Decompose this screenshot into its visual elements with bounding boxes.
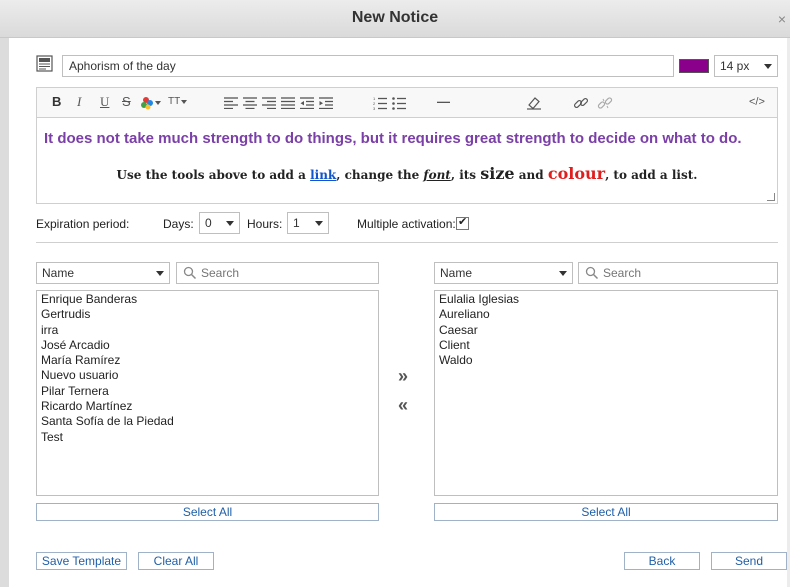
- bold-button[interactable]: B: [52, 94, 61, 110]
- list-item[interactable]: Ricardo Martínez: [41, 399, 374, 414]
- list-item[interactable]: Aureliano: [439, 307, 773, 322]
- underline-button[interactable]: U: [100, 94, 109, 110]
- notice-editor[interactable]: It does not take much strength to do thi…: [36, 118, 778, 204]
- search-icon: [183, 266, 197, 280]
- move-left-button[interactable]: «: [398, 395, 408, 416]
- chevron-down-icon: [315, 221, 323, 226]
- hours-select[interactable]: 1: [287, 212, 329, 234]
- list-item[interactable]: José Arcadio: [41, 338, 374, 353]
- color-palette-icon[interactable]: [140, 96, 162, 110]
- font-size-value: 14 px: [720, 59, 750, 73]
- font-size-button[interactable]: TT: [168, 94, 180, 110]
- left-edge: [0, 38, 9, 587]
- list-item[interactable]: María Ramírez: [41, 353, 374, 368]
- outdent-icon[interactable]: [300, 97, 314, 109]
- list-item[interactable]: Client: [439, 338, 773, 353]
- italic-button[interactable]: I: [77, 94, 81, 110]
- source-code-button[interactable]: </>: [749, 94, 765, 110]
- multiple-activation-label: Multiple activation:: [357, 217, 456, 231]
- dialog-title: New Notice: [351, 9, 439, 26]
- save-template-button[interactable]: Save Template: [36, 552, 127, 570]
- align-right-icon[interactable]: [262, 97, 276, 109]
- align-center-icon[interactable]: [243, 97, 257, 109]
- left-search-input[interactable]: [199, 265, 369, 281]
- eraser-icon[interactable]: [526, 96, 542, 110]
- chevron-down-icon: [181, 100, 187, 104]
- align-justify-icon[interactable]: [281, 97, 295, 109]
- instr-link[interactable]: link: [310, 168, 336, 182]
- resize-grip-icon[interactable]: [767, 193, 775, 201]
- strikethrough-button[interactable]: S: [122, 94, 131, 110]
- font-size-select[interactable]: 14 px: [714, 55, 778, 77]
- unlink-icon[interactable]: [597, 95, 613, 111]
- days-label: Days:: [163, 217, 194, 231]
- search-icon: [585, 266, 599, 280]
- close-icon[interactable]: ×: [778, 11, 786, 27]
- list-item[interactable]: Test: [41, 430, 374, 445]
- svg-text:3: 3: [373, 106, 376, 110]
- subject-input[interactable]: [62, 55, 674, 77]
- indent-icon[interactable]: [319, 97, 333, 109]
- list-item[interactable]: irra: [41, 323, 374, 338]
- days-value: 0: [205, 216, 212, 230]
- list-item[interactable]: Gertrudis: [41, 307, 374, 322]
- text-color-swatch[interactable]: [679, 59, 709, 73]
- right-sort-value: Name: [440, 266, 473, 280]
- back-button[interactable]: Back: [624, 552, 700, 570]
- list-item[interactable]: Caesar: [439, 323, 773, 338]
- list-item[interactable]: Pilar Ternera: [41, 384, 374, 399]
- instr-text: Use the tools above to add a: [116, 168, 311, 182]
- right-sort-select[interactable]: Name: [434, 262, 573, 284]
- instr-size: size: [480, 164, 515, 183]
- list-item[interactable]: Enrique Banderas: [41, 292, 374, 307]
- chevron-down-icon: [156, 271, 164, 276]
- chevron-down-icon: [226, 221, 234, 226]
- instr-text: , to add a list.: [605, 168, 698, 182]
- instr-text: and: [514, 168, 548, 182]
- instr-text: , change the: [336, 168, 424, 182]
- dialog-titlebar: New Notice ×: [0, 0, 790, 38]
- send-button[interactable]: Send: [711, 552, 787, 570]
- numbered-list-icon[interactable]: 123: [373, 96, 387, 110]
- right-select-all-button[interactable]: Select All: [434, 503, 778, 521]
- right-search-box: [578, 262, 778, 284]
- move-right-button[interactable]: »: [398, 366, 408, 387]
- editor-instructions: Use the tools above to add a link, chang…: [37, 164, 777, 183]
- left-search-box: [176, 262, 379, 284]
- multiple-activation-checkbox[interactable]: [456, 215, 469, 230]
- chevron-down-icon: [764, 64, 772, 69]
- list-item[interactable]: Waldo: [439, 353, 773, 368]
- instr-font: font: [423, 168, 451, 182]
- horizontal-rule-button[interactable]: —: [437, 94, 450, 110]
- expiration-label: Expiration period:: [36, 217, 130, 231]
- selected-users-list[interactable]: Eulalia Iglesias Aureliano Caesar Client Wal…: [434, 290, 778, 496]
- bullet-list-icon[interactable]: [392, 96, 406, 110]
- list-item[interactable]: Nuevo usuario: [41, 368, 374, 383]
- instr-colour: colour: [547, 164, 606, 183]
- notice-icon: [36, 55, 53, 72]
- list-item[interactable]: Santa Sofía de la Piedad: [41, 414, 374, 429]
- left-select-all-button[interactable]: Select All: [36, 503, 379, 521]
- align-left-icon[interactable]: [224, 97, 238, 109]
- editor-quote: It does not take much strength to do thi…: [44, 130, 742, 147]
- link-icon[interactable]: [573, 95, 589, 111]
- left-sort-value: Name: [42, 266, 75, 280]
- instr-text: , its: [450, 168, 481, 182]
- left-sort-select[interactable]: Name: [36, 262, 170, 284]
- chevron-down-icon: [559, 271, 567, 276]
- hours-label: Hours:: [247, 217, 283, 231]
- divider: [36, 242, 778, 243]
- editor-toolbar: B I U S TT 123 — </>: [36, 87, 778, 118]
- list-item[interactable]: Eulalia Iglesias: [439, 292, 773, 307]
- clear-all-button[interactable]: Clear All: [138, 552, 214, 570]
- hours-value: 1: [293, 216, 300, 230]
- available-users-list[interactable]: Enrique Banderas Gertrudis irra José Arcadi…: [36, 290, 379, 496]
- days-select[interactable]: 0: [199, 212, 240, 234]
- right-search-input[interactable]: [601, 265, 771, 281]
